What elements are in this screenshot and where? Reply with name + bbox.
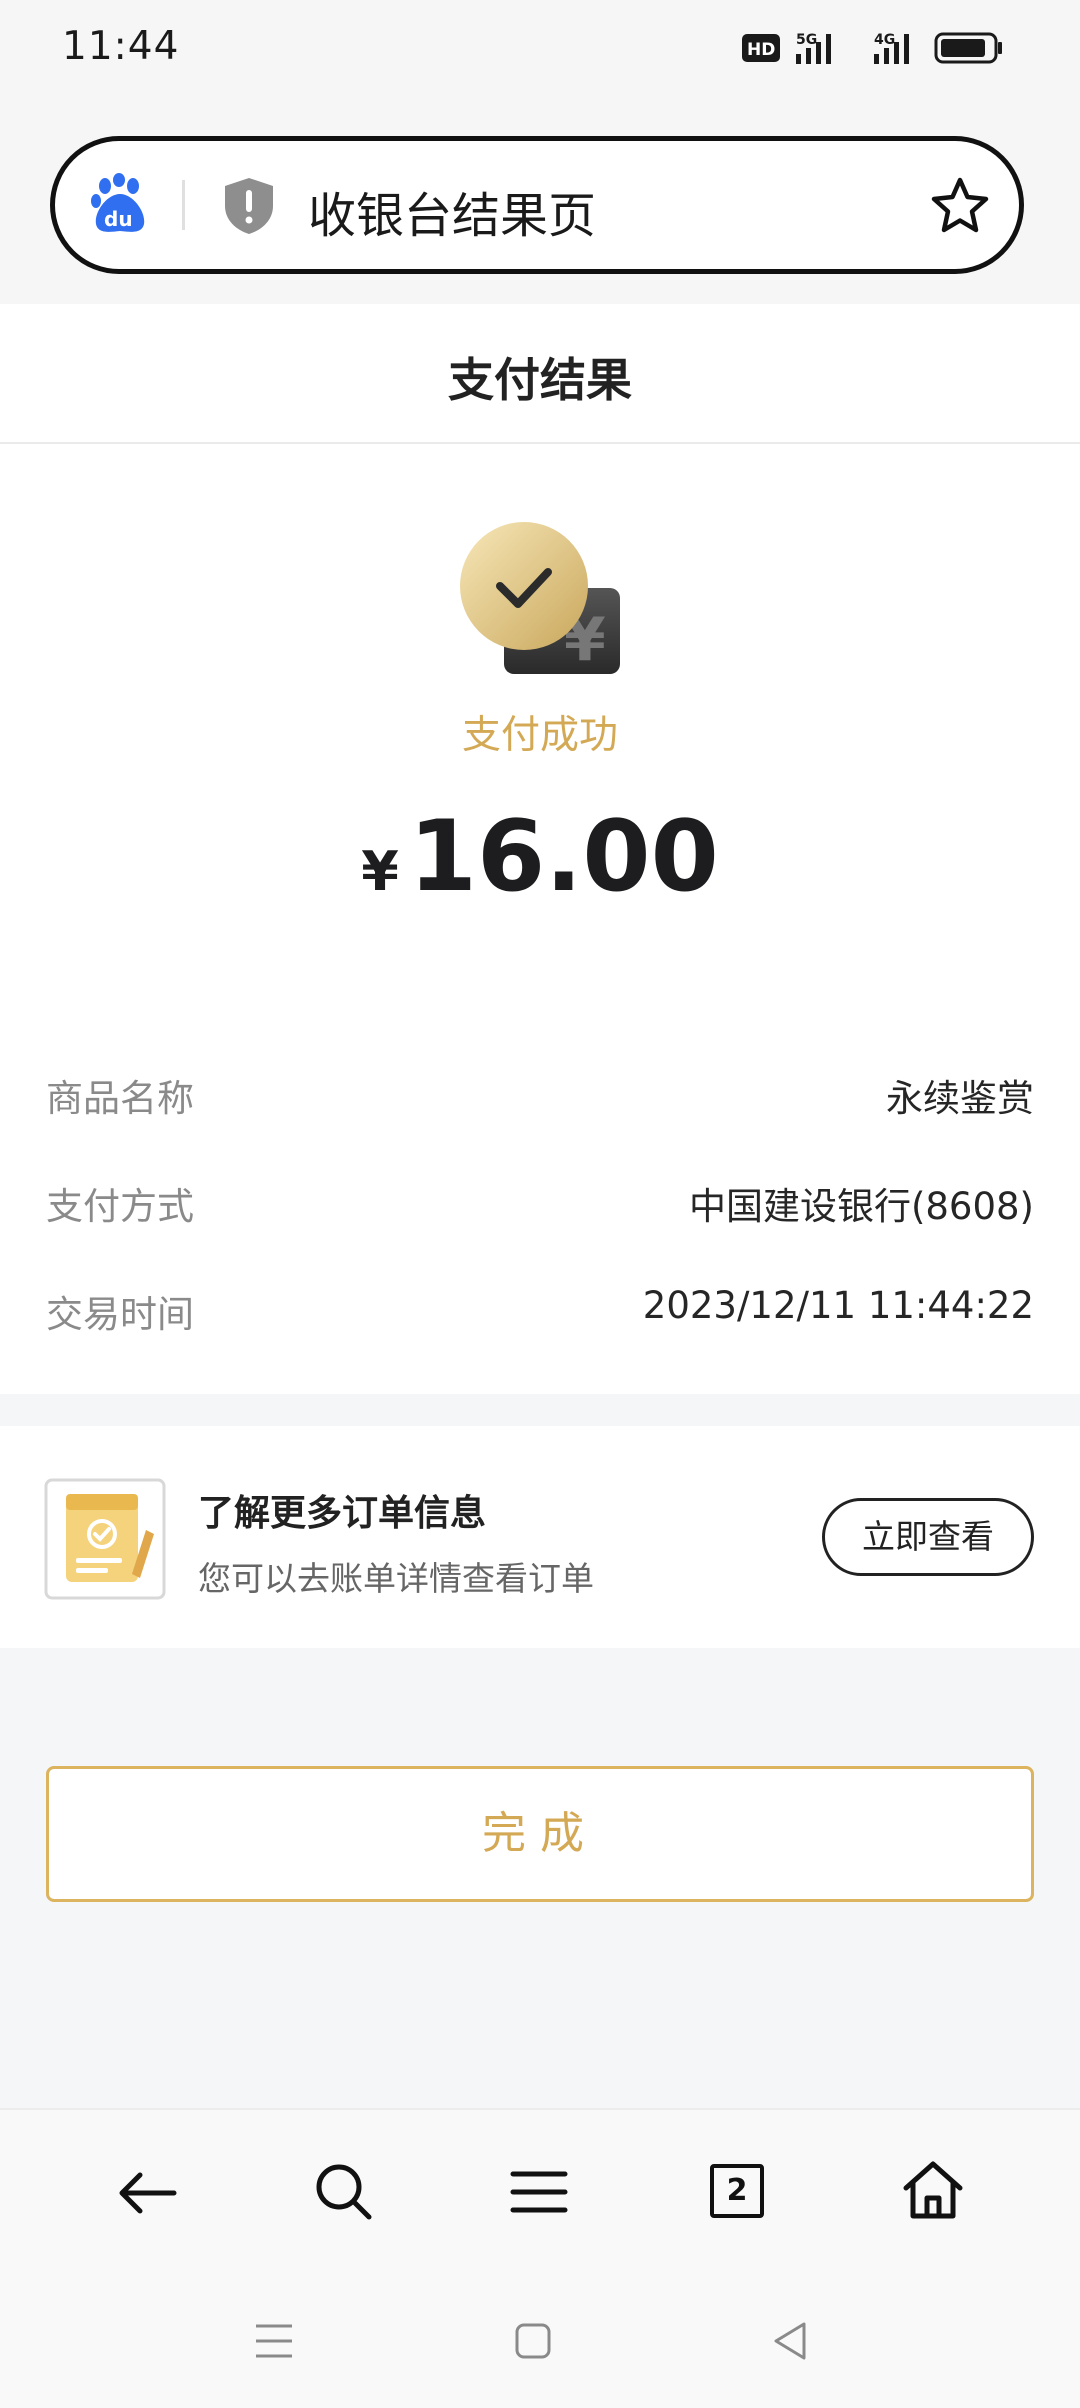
detail-value-transaction-time: 2023/12/11 11:44:22	[642, 1284, 1034, 1327]
menu-icon[interactable]	[510, 2170, 568, 2214]
url-title[interactable]: 收银台结果页	[308, 176, 596, 246]
search-icon[interactable]	[314, 2162, 374, 2222]
system-menu-icon[interactable]	[254, 2322, 294, 2360]
status-icons: HD 5G 4G	[742, 32, 1002, 64]
payment-status-text: 支付成功	[461, 713, 618, 758]
detail-label-product: 商品名称	[46, 1077, 194, 1120]
status-time: 11:44	[62, 24, 180, 69]
home-icon[interactable]	[902, 2160, 964, 2220]
url-divider	[182, 180, 185, 230]
check-icon	[460, 522, 588, 650]
system-back-icon[interactable]	[770, 2320, 810, 2362]
currency-symbol: ¥	[361, 840, 399, 903]
svg-text:5G: 5G	[796, 32, 817, 48]
back-arrow-icon[interactable]	[116, 2168, 178, 2218]
shield-icon[interactable]	[222, 176, 276, 236]
svg-text:du: du	[104, 207, 133, 231]
svg-text:4G: 4G	[874, 32, 895, 48]
order-info-title: 了解更多订单信息	[198, 1493, 487, 1534]
view-order-button[interactable]: 立即查看	[822, 1498, 1034, 1576]
baidu-logo-icon[interactable]: du	[88, 172, 152, 236]
order-info-subtitle: 您可以去账单详情查看订单	[198, 1559, 594, 1598]
payment-success-illustration: ¥	[460, 522, 620, 675]
detail-label-transaction-time: 交易时间	[46, 1293, 194, 1336]
done-button[interactable]: 完成	[46, 1766, 1034, 1902]
signal-4g-icon: 4G	[874, 32, 909, 64]
page-title: 支付结果	[448, 353, 632, 407]
tabs-icon[interactable]: 2	[710, 2164, 764, 2218]
system-home-icon[interactable]	[514, 2322, 552, 2360]
payment-amount: ¥16.00	[0, 800, 1080, 914]
hd-icon: HD	[742, 34, 780, 62]
star-icon[interactable]	[930, 176, 990, 234]
order-doc-icon	[44, 1478, 166, 1600]
battery-icon	[934, 32, 1002, 64]
svg-text:HD: HD	[747, 40, 775, 60]
signal-5g-icon: 5G	[796, 32, 831, 64]
amount-value: 16.00	[408, 800, 719, 914]
detail-label-payment-method: 支付方式	[46, 1185, 194, 1228]
detail-value-payment-method: 中国建设银行(8608)	[688, 1185, 1034, 1228]
detail-value-product: 永续鉴赏	[886, 1077, 1034, 1120]
